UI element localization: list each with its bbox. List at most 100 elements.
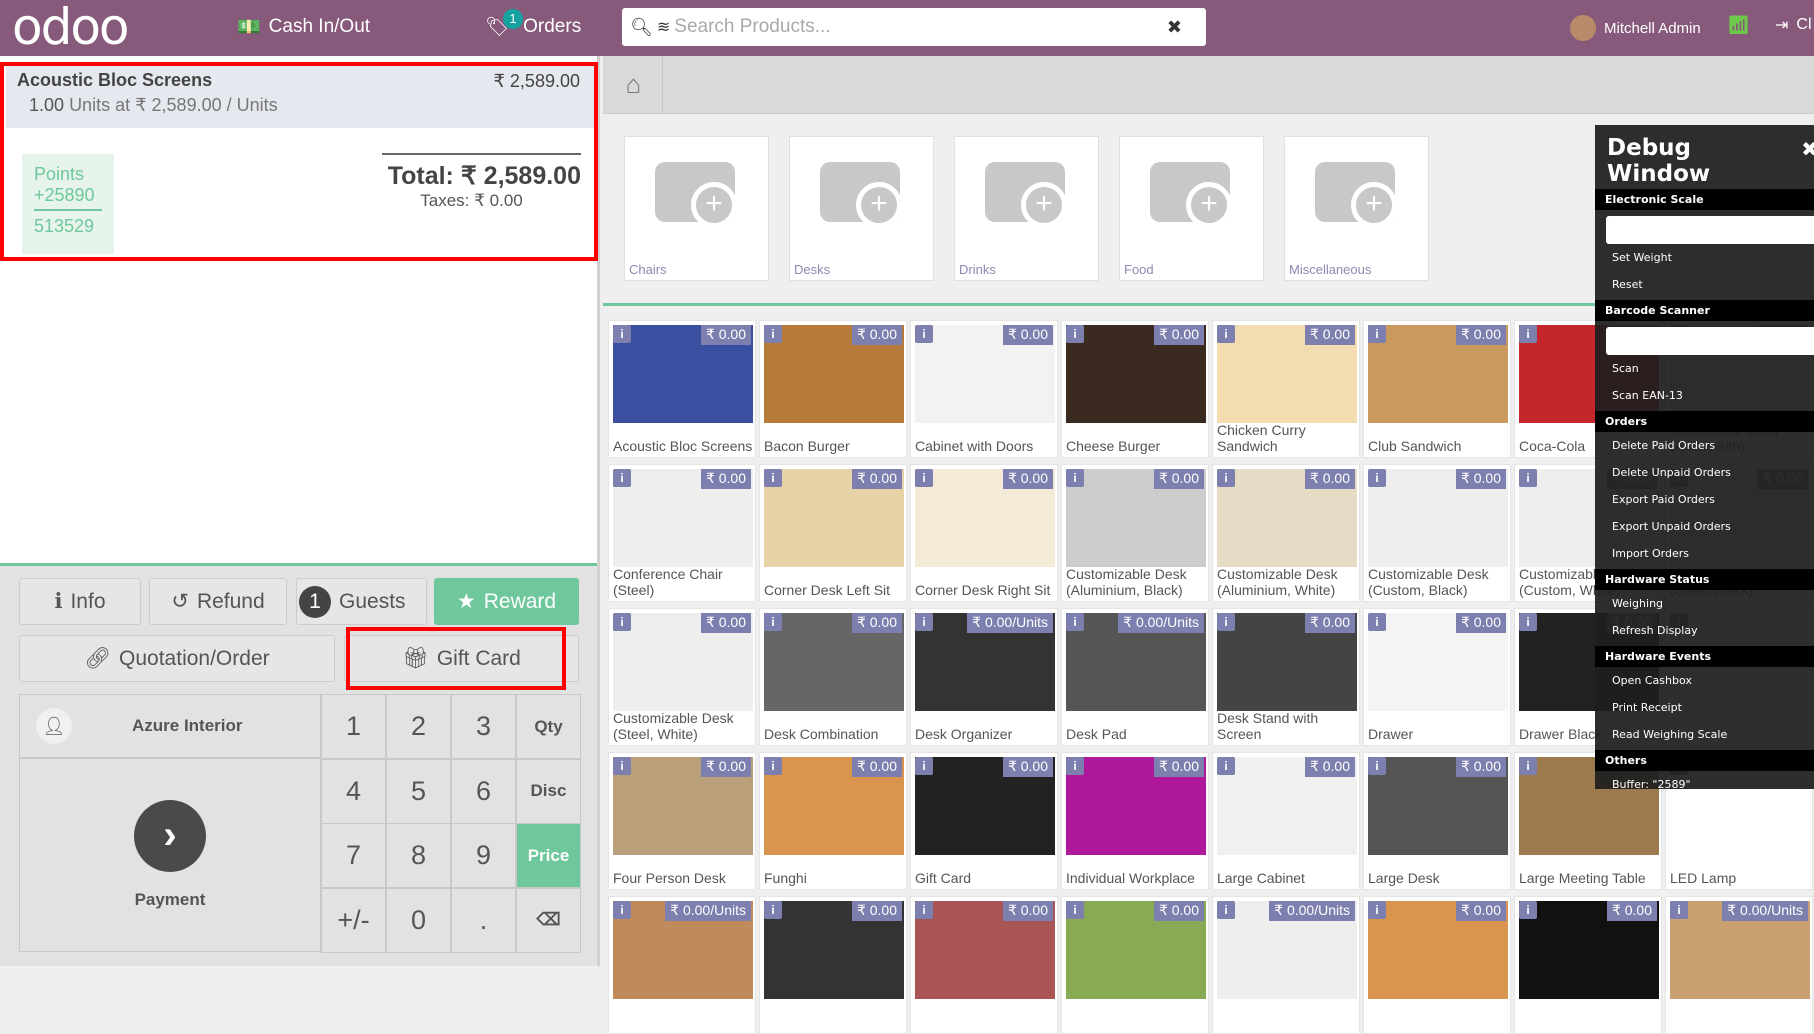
- quotation-order-button[interactable]: 🔗︎ Quotation/Order: [19, 635, 335, 682]
- product-card[interactable]: i ₹ 0.00 Large Desk: [1363, 752, 1511, 890]
- close-icon[interactable]: ✖: [1801, 137, 1814, 161]
- debug-action[interactable]: Reset: [1595, 271, 1814, 298]
- product-card[interactable]: i ₹ 0.00 Cabinet with Doors: [910, 320, 1058, 458]
- home-icon[interactable]: ⌂: [605, 56, 663, 114]
- product-card[interactable]: i ₹ 0.00 Chicken Curry Sandwich: [1212, 320, 1360, 458]
- debug-input[interactable]: [1606, 216, 1814, 244]
- numpad-key[interactable]: Disc: [516, 758, 581, 824]
- orders-button[interactable]: 🏷 1 Orders: [485, 9, 581, 39]
- info-icon[interactable]: i: [1217, 901, 1235, 919]
- info-icon[interactable]: i: [1519, 901, 1537, 919]
- product-card[interactable]: i ₹ 0.00 Customizable Desk (Aluminium, Bla…: [1061, 464, 1209, 602]
- product-card[interactable]: i ₹ 0.00 Gift Card: [910, 752, 1058, 890]
- info-icon[interactable]: i: [1519, 757, 1537, 775]
- debug-action[interactable]: Scan EAN-13: [1595, 382, 1814, 409]
- debug-action[interactable]: Delete Paid Orders: [1595, 432, 1814, 459]
- debug-action[interactable]: Open Cashbox: [1595, 667, 1814, 694]
- info-button[interactable]: ℹ Info: [19, 578, 141, 625]
- numpad-key[interactable]: 3: [451, 694, 516, 759]
- numpad-key[interactable]: Qty: [516, 694, 581, 759]
- debug-action[interactable]: Weighing: [1595, 590, 1814, 617]
- product-card[interactable]: i ₹ 0.00/Units Desk Pad: [1061, 608, 1209, 746]
- info-icon[interactable]: i: [764, 469, 782, 487]
- info-icon[interactable]: i: [613, 613, 631, 631]
- product-card[interactable]: i ₹ 0.00 Customizable Desk (Steel, White): [608, 608, 756, 746]
- product-card[interactable]: i ₹ 0.00 Corner Desk Left Sit: [759, 464, 907, 602]
- product-card[interactable]: i ₹ 0.00: [910, 896, 1058, 1034]
- product-card[interactable]: i ₹ 0.00 Club Sandwich: [1363, 320, 1511, 458]
- clear-search-icon[interactable]: ✖: [1167, 17, 1182, 38]
- info-icon[interactable]: i: [915, 469, 933, 487]
- info-icon[interactable]: i: [613, 757, 631, 775]
- info-icon[interactable]: i: [1368, 613, 1386, 631]
- info-icon[interactable]: i: [764, 757, 782, 775]
- info-icon[interactable]: i: [613, 325, 631, 343]
- numpad-key[interactable]: 9: [451, 823, 516, 888]
- numpad-key[interactable]: +/-: [321, 887, 386, 953]
- info-icon[interactable]: i: [1519, 325, 1537, 343]
- product-card[interactable]: i ₹ 0.00 Customizable Desk (Custom, Black): [1363, 464, 1511, 602]
- info-icon[interactable]: i: [915, 757, 933, 775]
- product-card[interactable]: i ₹ 0.00 Bacon Burger: [759, 320, 907, 458]
- category-tile[interactable]: + Desks: [789, 136, 934, 281]
- info-icon[interactable]: i: [1217, 325, 1235, 343]
- info-icon[interactable]: i: [1519, 613, 1537, 631]
- info-icon[interactable]: i: [1066, 469, 1084, 487]
- product-card[interactable]: i ₹ 0.00/Units: [1665, 896, 1813, 1034]
- product-card[interactable]: i ₹ 0.00 Individual Workplace: [1061, 752, 1209, 890]
- debug-action[interactable]: Set Weight: [1595, 244, 1814, 271]
- info-icon[interactable]: i: [1066, 325, 1084, 343]
- info-icon[interactable]: i: [915, 901, 933, 919]
- product-card[interactable]: i ₹ 0.00 Conference Chair (Steel): [608, 464, 756, 602]
- category-tile[interactable]: + Drinks: [954, 136, 1099, 281]
- product-card[interactable]: i ₹ 0.00: [759, 896, 907, 1034]
- product-card[interactable]: i ₹ 0.00: [1514, 896, 1662, 1034]
- category-tile[interactable]: + Food: [1119, 136, 1264, 281]
- info-icon[interactable]: i: [1519, 469, 1537, 487]
- product-card[interactable]: i ₹ 0.00 Large Cabinet: [1212, 752, 1360, 890]
- info-icon[interactable]: i: [613, 469, 631, 487]
- info-icon[interactable]: i: [613, 901, 631, 919]
- numpad-key[interactable]: 4: [321, 758, 386, 824]
- product-card[interactable]: i ₹ 0.00: [1363, 896, 1511, 1034]
- debug-action[interactable]: Import Orders: [1595, 540, 1814, 567]
- product-card[interactable]: i ₹ 0.00 Drawer: [1363, 608, 1511, 746]
- debug-action[interactable]: Read Weighing Scale: [1595, 721, 1814, 748]
- category-tile[interactable]: + Chairs: [624, 136, 769, 281]
- info-icon[interactable]: i: [764, 613, 782, 631]
- debug-input[interactable]: [1606, 327, 1814, 355]
- numpad-key[interactable]: ⌫: [516, 887, 581, 953]
- product-card[interactable]: i ₹ 0.00 Desk Stand with Screen: [1212, 608, 1360, 746]
- debug-action[interactable]: Buffer: "2589": [1595, 771, 1814, 798]
- numpad-key[interactable]: 8: [386, 823, 451, 888]
- debug-action[interactable]: Scan: [1595, 355, 1814, 382]
- product-card[interactable]: i ₹ 0.00: [1061, 896, 1209, 1034]
- info-icon[interactable]: i: [1368, 469, 1386, 487]
- info-icon[interactable]: i: [1368, 901, 1386, 919]
- debug-action[interactable]: Delete Unpaid Orders: [1595, 459, 1814, 486]
- search-input[interactable]: [674, 16, 1163, 38]
- reward-button[interactable]: ★ Reward: [434, 578, 579, 625]
- info-icon[interactable]: i: [1066, 901, 1084, 919]
- info-icon[interactable]: i: [764, 901, 782, 919]
- numpad-key[interactable]: 6: [451, 758, 516, 824]
- info-icon[interactable]: i: [1066, 757, 1084, 775]
- cash-in-out-button[interactable]: 💵 Cash In/Out: [237, 15, 370, 39]
- product-card[interactable]: i ₹ 0.00/Units Desk Organizer: [910, 608, 1058, 746]
- info-icon[interactable]: i: [1670, 901, 1688, 919]
- refund-button[interactable]: ↺ Refund: [149, 578, 287, 625]
- debug-action[interactable]: Export Paid Orders: [1595, 486, 1814, 513]
- info-icon[interactable]: i: [915, 325, 933, 343]
- user-menu[interactable]: Mitchell Admin: [1570, 15, 1701, 41]
- close-session-button[interactable]: ⇥ Cl: [1775, 15, 1812, 35]
- product-card[interactable]: i ₹ 0.00/Units: [1212, 896, 1360, 1034]
- debug-action[interactable]: Refresh Display: [1595, 617, 1814, 644]
- product-card[interactable]: i ₹ 0.00 Cheese Burger: [1061, 320, 1209, 458]
- numpad-key[interactable]: 7: [321, 823, 386, 888]
- numpad-key[interactable]: .: [451, 887, 516, 953]
- category-tile[interactable]: + Miscellaneous: [1284, 136, 1429, 281]
- info-icon[interactable]: i: [1368, 325, 1386, 343]
- product-card[interactable]: i ₹ 0.00 Customizable Desk (Aluminium, Whi…: [1212, 464, 1360, 602]
- numpad-key[interactable]: 1: [321, 694, 386, 759]
- guests-button[interactable]: 1 Guests: [296, 578, 427, 625]
